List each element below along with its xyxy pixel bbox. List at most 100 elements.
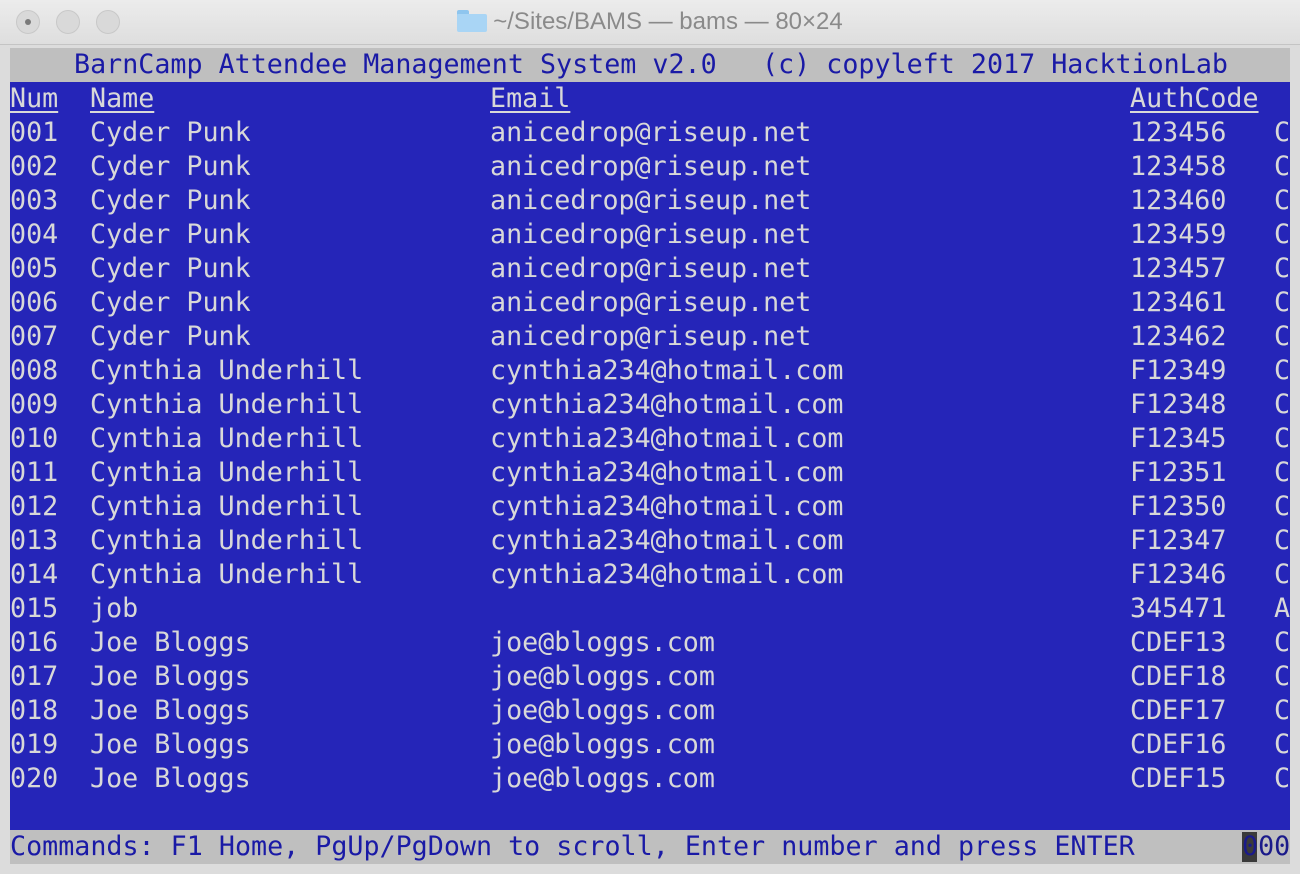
row-email: cynthia234@hotmail.com xyxy=(490,525,844,556)
record-number-value: 000 xyxy=(1242,831,1290,862)
row-authcode: 123457 xyxy=(1130,253,1227,284)
column-header-name: Name xyxy=(90,83,155,114)
row-name: Cynthia Underhill xyxy=(90,491,364,522)
row-authcode: F12350 xyxy=(1130,491,1227,522)
row-status-truncated: C xyxy=(1274,321,1290,352)
attendee-row[interactable]: 013 Cynthia Underhill cynthia234@hotmail.c… xyxy=(10,524,1290,558)
row-status-truncated: C xyxy=(1274,559,1290,590)
window-title-container: ~/Sites/BAMS — bams — 80×24 xyxy=(0,0,1300,44)
attendee-row[interactable]: 011 Cynthia Underhill cynthia234@hotmail.c… xyxy=(10,456,1290,490)
attendee-row[interactable]: 015 job 345471 A xyxy=(10,592,1290,626)
row-email: cynthia234@hotmail.com xyxy=(490,423,844,454)
row-status-truncated: C xyxy=(1274,457,1290,488)
row-num: 005 xyxy=(10,253,59,284)
row-email: joe@bloggs.com xyxy=(490,763,715,794)
row-email: anicedrop@riseup.net xyxy=(490,185,812,216)
attendee-row[interactable]: 009 Cynthia Underhill cynthia234@hotmail.c… xyxy=(10,388,1290,422)
row-status-truncated: C xyxy=(1274,355,1290,386)
row-status-truncated: C xyxy=(1274,287,1290,318)
row-name: Cyder Punk xyxy=(90,151,251,182)
row-email: anicedrop@riseup.net xyxy=(490,151,812,182)
attendee-row[interactable]: 012 Cynthia Underhill cynthia234@hotmail.c… xyxy=(10,490,1290,524)
attendee-row[interactable]: 004 Cyder Punk anicedrop@riseup.net 123459 C xyxy=(10,218,1290,252)
row-authcode: F12347 xyxy=(1130,525,1227,556)
row-email: cynthia234@hotmail.com xyxy=(490,355,844,386)
row-status-truncated: C xyxy=(1274,627,1290,658)
row-authcode: 123461 xyxy=(1130,287,1227,318)
row-num: 008 xyxy=(10,355,59,386)
row-authcode: F12346 xyxy=(1130,559,1227,590)
column-headers: Num Name Email AuthCode xyxy=(10,82,1290,116)
commands-help: Commands: F1 Home, PgUp/PgDown to scroll… xyxy=(10,831,1135,862)
row-authcode: F12349 xyxy=(1130,355,1227,386)
row-name: Cynthia Underhill xyxy=(90,389,364,420)
attendee-row[interactable]: 006 Cyder Punk anicedrop@riseup.net 123461 C xyxy=(10,286,1290,320)
row-num: 018 xyxy=(10,695,59,726)
row-authcode: CDEF17 xyxy=(1130,695,1227,726)
row-num: 014 xyxy=(10,559,59,590)
attendee-row[interactable]: 010 Cynthia Underhill cynthia234@hotmail.c… xyxy=(10,422,1290,456)
row-email: joe@bloggs.com xyxy=(490,627,715,658)
row-authcode: F12351 xyxy=(1130,457,1227,488)
row-email: joe@bloggs.com xyxy=(490,661,715,692)
row-status-truncated: C xyxy=(1274,763,1290,794)
row-name: Joe Bloggs xyxy=(90,695,251,726)
row-num: 002 xyxy=(10,151,59,182)
row-email: cynthia234@hotmail.com xyxy=(490,389,844,420)
attendee-row[interactable]: 003 Cyder Punk anicedrop@riseup.net 123460 C xyxy=(10,184,1290,218)
attendee-row[interactable]: 007 Cyder Punk anicedrop@riseup.net 123462 C xyxy=(10,320,1290,354)
row-status-truncated: C xyxy=(1274,695,1290,726)
row-email: joe@bloggs.com xyxy=(490,729,715,760)
row-name: Cyder Punk xyxy=(90,185,251,216)
folder-icon xyxy=(457,10,488,32)
row-authcode: CDEF18 xyxy=(1130,661,1227,692)
attendee-row[interactable]: 016 Joe Bloggs joe@bloggs.com CDEF13 C xyxy=(10,626,1290,660)
row-status-truncated: A xyxy=(1274,593,1290,624)
row-status-truncated: C xyxy=(1274,729,1290,760)
row-status-truncated: C xyxy=(1274,185,1290,216)
row-num: 010 xyxy=(10,423,59,454)
row-email: anicedrop@riseup.net xyxy=(490,321,812,352)
row-status-truncated: C xyxy=(1274,151,1290,182)
attendee-row[interactable]: 014 Cynthia Underhill cynthia234@hotmail.c… xyxy=(10,558,1290,592)
row-num: 006 xyxy=(10,287,59,318)
row-email: cynthia234@hotmail.com xyxy=(490,559,844,590)
row-authcode: F12345 xyxy=(1130,423,1227,454)
row-name: Cynthia Underhill xyxy=(90,457,364,488)
row-email: cynthia234@hotmail.com xyxy=(490,457,844,488)
row-name: job xyxy=(90,593,139,624)
row-authcode: CDEF16 xyxy=(1130,729,1227,760)
row-name: Cyder Punk xyxy=(90,287,251,318)
row-email: anicedrop@riseup.net xyxy=(490,219,812,250)
row-email: anicedrop@riseup.net xyxy=(490,287,812,318)
row-name: Cyder Punk xyxy=(90,253,251,284)
attendee-row[interactable]: 001 Cyder Punk anicedrop@riseup.net 123456 C xyxy=(10,116,1290,150)
attendee-row[interactable]: 008 Cynthia Underhill cynthia234@hotmail.c… xyxy=(10,354,1290,388)
row-name: Cynthia Underhill xyxy=(90,423,364,454)
record-number-input[interactable]: 000 xyxy=(1242,830,1290,864)
row-authcode: 123459 xyxy=(1130,219,1227,250)
attendee-row[interactable]: 017 Joe Bloggs joe@bloggs.com CDEF18 C xyxy=(10,660,1290,694)
attendee-row[interactable]: 002 Cyder Punk anicedrop@riseup.net 123458 C xyxy=(10,150,1290,184)
row-name: Cyder Punk xyxy=(90,219,251,250)
row-num: 001 xyxy=(10,117,59,148)
row-name: Joe Bloggs xyxy=(90,627,251,658)
attendee-row[interactable]: 005 Cyder Punk anicedrop@riseup.net 123457 C xyxy=(10,252,1290,286)
row-num: 003 xyxy=(10,185,59,216)
row-name: Cynthia Underhill xyxy=(90,559,364,590)
row-num: 015 xyxy=(10,593,59,624)
row-email: joe@bloggs.com xyxy=(490,695,715,726)
row-num: 019 xyxy=(10,729,59,760)
row-authcode: CDEF15 xyxy=(1130,763,1227,794)
title-bar[interactable]: ~/Sites/BAMS — bams — 80×24 xyxy=(0,0,1300,45)
row-name: Joe Bloggs xyxy=(90,763,251,794)
attendee-row[interactable]: 020 Joe Bloggs joe@bloggs.com CDEF15 C xyxy=(10,762,1290,796)
copyright-notice: (c) copyleft 2017 HacktionLab xyxy=(762,49,1228,80)
terminal-screen[interactable]: BarnCamp Attendee Management System v2.0… xyxy=(10,48,1290,864)
attendee-row[interactable]: 019 Joe Bloggs joe@bloggs.com CDEF16 C xyxy=(10,728,1290,762)
row-status-truncated: C xyxy=(1274,219,1290,250)
row-name: Cyder Punk xyxy=(90,321,251,352)
attendee-row[interactable]: 018 Joe Bloggs joe@bloggs.com CDEF17 C xyxy=(10,694,1290,728)
row-authcode: 123456 xyxy=(1130,117,1227,148)
app-header-bar: BarnCamp Attendee Management System v2.0… xyxy=(10,48,1290,82)
